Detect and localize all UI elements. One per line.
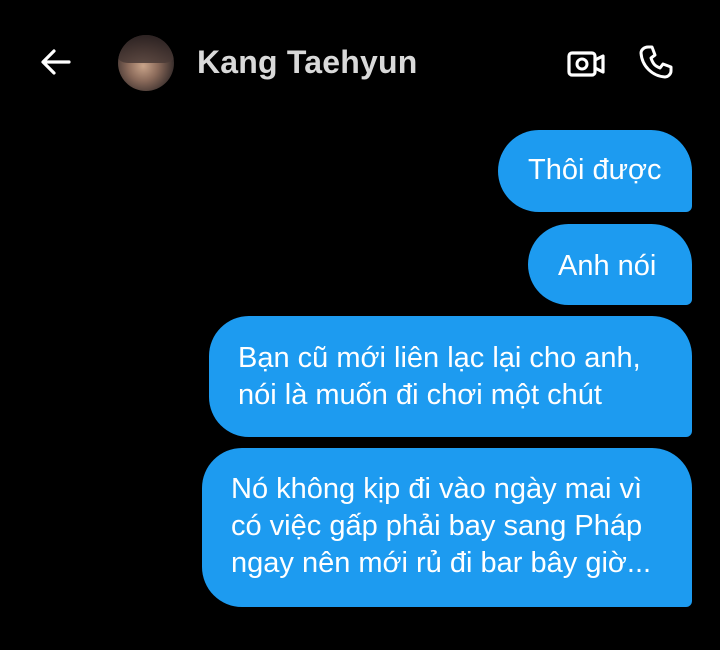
message-text-line: Bạn cũ mới liên lạc lại cho anh, [238,342,641,374]
message-text-line: Nó không kịp đi vào ngày mai vì [231,473,643,505]
message-text-line: ngay nên mới rủ đi bar bây giờ... [231,547,652,579]
message-text-line: có việc gấp phải bay sang Pháp [231,510,643,542]
message-bubble[interactable]: Thôi được [498,130,692,212]
message-text-line: nói là muốn đi chơi một chút [238,379,602,411]
message-text: Thôi được [528,154,662,186]
message-bubble[interactable]: Anh nói [528,224,692,305]
message-list: Thôi được Anh nói Bạn cũ mới liên lạc lạ… [0,0,720,650]
message-text: Anh nói [558,250,657,282]
message-bubble[interactable]: Nó không kịp đi vào ngày mai vì có việc … [202,448,692,607]
message-bubble[interactable]: Bạn cũ mới liên lạc lại cho anh, nói là … [209,316,692,437]
